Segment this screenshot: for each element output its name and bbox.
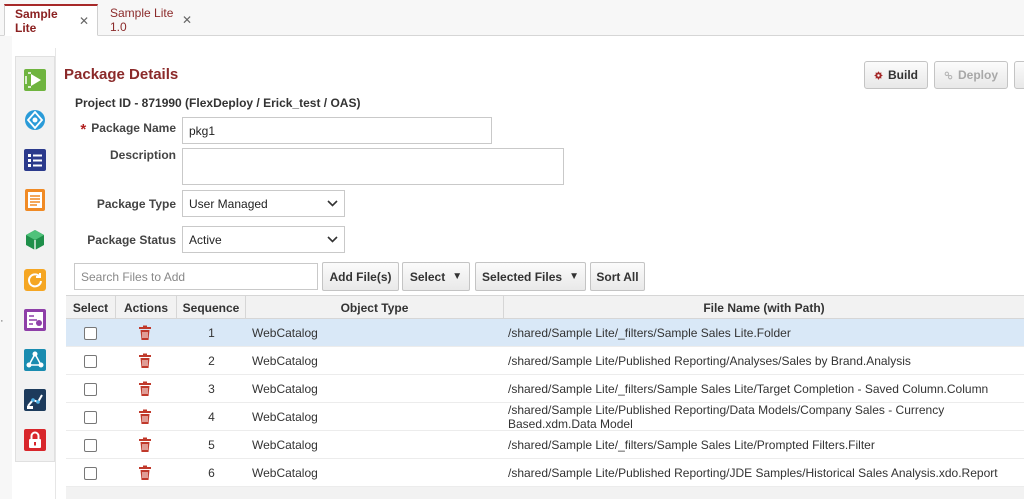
- description-label: Description: [109, 148, 176, 162]
- close-icon[interactable]: ✕: [182, 13, 192, 27]
- table-footer: [66, 487, 1024, 499]
- tab-bar: Sample Lite ✕ Sample Lite 1.0 ✕: [0, 0, 1024, 36]
- table-row[interactable]: 1 WebCatalog /shared/Sample Lite/_filter…: [66, 319, 1024, 347]
- row-object-type: WebCatalog: [252, 410, 318, 424]
- row-object-type: WebCatalog: [252, 466, 318, 480]
- select-dropdown-button[interactable]: Select ▼: [402, 262, 470, 291]
- package-type-label: Package Type: [96, 197, 176, 211]
- row-checkbox[interactable]: [84, 326, 97, 340]
- trash-icon[interactable]: [138, 325, 152, 341]
- caret-down-icon: ▼: [569, 271, 579, 282]
- column-header-actions[interactable]: Actions: [116, 296, 177, 319]
- template-icon[interactable]: [20, 305, 50, 335]
- table-header: Select Actions Sequence Object Type File…: [66, 295, 1024, 319]
- row-sequence: 4: [208, 410, 215, 424]
- selected-files-label: Selected Files: [482, 269, 563, 284]
- project-id: Project ID - 871990 (FlexDeploy / Erick_…: [75, 96, 361, 110]
- package-name-input[interactable]: pkg1: [182, 117, 492, 144]
- row-sequence: 5: [208, 438, 215, 452]
- left-edge-mark: ·: [0, 315, 4, 327]
- row-sequence: 6: [208, 466, 215, 480]
- add-files-button[interactable]: Add File(s): [322, 262, 399, 291]
- robot-icon[interactable]: [20, 385, 50, 415]
- column-header-file-name[interactable]: File Name (with Path): [504, 296, 1024, 319]
- more-button[interactable]: [1014, 61, 1024, 89]
- table-row[interactable]: 6 WebCatalog /shared/Sample Lite/Publish…: [66, 459, 1024, 487]
- lock-icon[interactable]: [20, 425, 50, 455]
- page-title: Package Details: [64, 66, 179, 83]
- integration-icon[interactable]: [20, 105, 50, 135]
- row-file-name: /shared/Sample Lite/Published Reporting/…: [508, 403, 945, 431]
- package-status-select[interactable]: Active: [182, 226, 345, 253]
- row-checkbox[interactable]: [84, 382, 97, 396]
- sort-all-button[interactable]: Sort All: [590, 262, 645, 291]
- table-row[interactable]: 5 WebCatalog /shared/Sample Lite/_filter…: [66, 431, 1024, 459]
- description-input[interactable]: [182, 148, 564, 185]
- chevron-down-icon: [327, 200, 338, 207]
- row-file-name: /shared/Sample Lite/Published Reporting/…: [508, 466, 998, 480]
- tab-sample-lite[interactable]: Sample Lite ✕: [4, 4, 98, 36]
- execute-icon[interactable]: [20, 65, 50, 95]
- refresh-icon[interactable]: [20, 265, 50, 295]
- trash-icon[interactable]: [138, 353, 152, 369]
- row-checkbox[interactable]: [84, 410, 97, 424]
- build-icon: [874, 71, 883, 79]
- table-row[interactable]: 3 WebCatalog /shared/Sample Lite/_filter…: [66, 375, 1024, 403]
- icon-sidebar: [15, 56, 55, 462]
- tab-label: Sample Lite: [15, 6, 58, 35]
- row-sequence: 3: [208, 382, 215, 396]
- deploy-label: Deploy: [957, 68, 998, 82]
- row-file-name: /shared/Sample Lite/_filters/Sample Sale…: [508, 438, 875, 452]
- package-status-value: Active: [189, 232, 222, 247]
- package-name-label-text: Package Name: [91, 121, 176, 135]
- deploy-icon: [944, 71, 953, 79]
- network-icon[interactable]: [20, 345, 50, 375]
- row-checkbox[interactable]: [84, 354, 97, 368]
- row-object-type: WebCatalog: [252, 326, 318, 340]
- row-object-type: WebCatalog: [252, 354, 318, 368]
- package-type-value: User Managed: [189, 196, 268, 211]
- package-name-label: * Package Name: [78, 121, 176, 138]
- build-label: Build: [888, 68, 918, 82]
- row-file-name: /shared/Sample Lite/Published Reporting/…: [508, 354, 911, 368]
- row-sequence: 1: [208, 326, 215, 340]
- select-label: Select: [409, 269, 446, 284]
- trash-icon[interactable]: [138, 437, 152, 453]
- trash-icon[interactable]: [138, 465, 152, 481]
- chevron-down-icon: [327, 236, 338, 243]
- row-file-name: /shared/Sample Lite/_filters/Sample Sale…: [508, 326, 791, 340]
- left-strip: [0, 36, 12, 499]
- column-header-object-type[interactable]: Object Type: [246, 296, 504, 319]
- trash-icon[interactable]: [138, 409, 152, 425]
- required-mark: *: [80, 121, 87, 138]
- caret-down-icon: ▼: [452, 271, 463, 282]
- table-row[interactable]: 2 WebCatalog /shared/Sample Lite/Publish…: [66, 347, 1024, 375]
- row-checkbox[interactable]: [84, 466, 97, 480]
- column-header-sequence[interactable]: Sequence: [177, 296, 246, 319]
- build-button[interactable]: Build: [864, 61, 928, 89]
- table-row[interactable]: 4 WebCatalog /shared/Sample Lite/Publish…: [66, 403, 1024, 431]
- tab-sample-lite-1-0[interactable]: Sample Lite 1.0 ✕: [100, 4, 200, 36]
- document-icon[interactable]: [20, 185, 50, 215]
- deploy-button[interactable]: Deploy: [934, 61, 1008, 89]
- row-object-type: WebCatalog: [252, 438, 318, 452]
- list-icon[interactable]: [20, 145, 50, 175]
- tab-label: Sample Lite 1.0: [110, 6, 174, 34]
- selected-files-dropdown-button[interactable]: Selected Files ▼: [475, 262, 586, 291]
- row-object-type: WebCatalog: [252, 382, 318, 396]
- package-icon[interactable]: [20, 225, 50, 255]
- package-type-select[interactable]: User Managed: [182, 190, 345, 217]
- row-file-name: /shared/Sample Lite/_filters/Sample Sale…: [508, 382, 989, 396]
- row-checkbox[interactable]: [84, 438, 97, 452]
- trash-icon[interactable]: [138, 381, 152, 397]
- close-icon[interactable]: ✕: [79, 14, 89, 28]
- package-status-label: Package Status: [87, 233, 176, 247]
- row-sequence: 2: [208, 354, 215, 368]
- search-files-input[interactable]: Search Files to Add: [74, 263, 318, 290]
- column-header-select[interactable]: Select: [66, 296, 116, 319]
